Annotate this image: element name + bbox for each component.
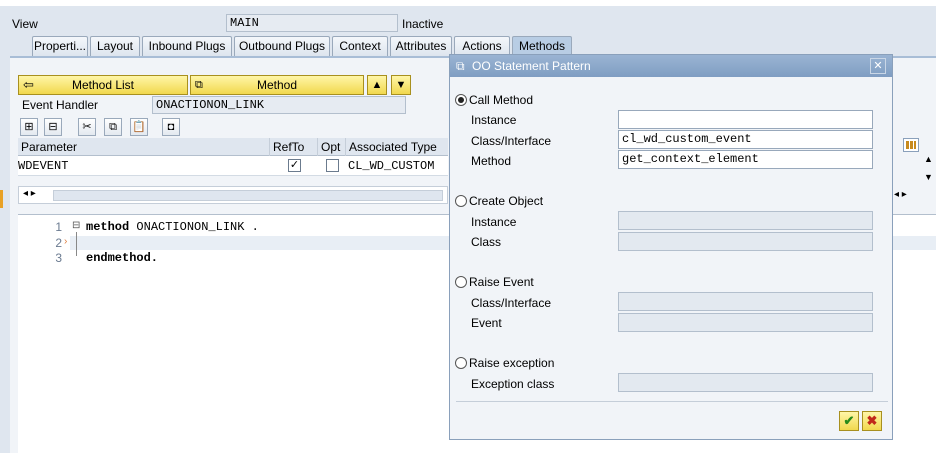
method-label: Method — [256, 78, 298, 92]
opt-checkbox[interactable] — [326, 159, 339, 172]
class-interface-input[interactable]: cl_wd_custom_event — [618, 130, 873, 149]
view-label: View — [12, 17, 38, 31]
col-opt: Opt — [318, 138, 346, 156]
delete-row-icon[interactable]: ⊟ — [44, 118, 62, 136]
re-event-input[interactable] — [618, 313, 873, 332]
code-line-3: endmethod. — [86, 251, 159, 265]
method-button[interactable]: ⧉ Method — [190, 75, 364, 95]
scroll-right-icon[interactable]: ◂ ▸ — [894, 189, 907, 200]
refto-checkbox[interactable]: ✓ — [288, 159, 301, 172]
instance-label: Instance — [471, 113, 517, 127]
instance-input[interactable] — [618, 110, 873, 129]
call-method-radio[interactable] — [455, 94, 467, 106]
param-name: WDEVENT — [18, 159, 69, 173]
insert-row-icon[interactable]: ⊞ — [20, 118, 38, 136]
tab-layout[interactable]: Layout — [90, 36, 140, 56]
re-class-input[interactable] — [618, 292, 873, 311]
col-refto: RefTo — [270, 138, 318, 156]
dialog-titlebar: ⧉ OO Statement Pattern ✕ — [450, 55, 892, 77]
code-line-1: method ONACTIONON_LINK . — [86, 220, 259, 234]
confirm-button[interactable]: ✔ — [839, 411, 859, 431]
details-icon[interactable]: ◘ — [162, 118, 180, 136]
side-marker — [0, 190, 3, 208]
co-instance-input[interactable] — [618, 211, 873, 230]
close-icon[interactable]: ✕ — [870, 58, 886, 74]
dialog-separator — [456, 401, 888, 402]
line-number: 1 — [55, 220, 62, 234]
method-icon: ⧉ — [195, 79, 203, 91]
raise-event-radio[interactable] — [455, 276, 467, 288]
tab-attributes[interactable]: Attributes — [390, 36, 452, 56]
oo-statement-dialog: ⧉ OO Statement Pattern ✕ Call Method Ins… — [449, 54, 893, 440]
re-class-label: Class/Interface — [471, 296, 552, 310]
co-class-input[interactable] — [618, 232, 873, 251]
create-object-radio[interactable] — [455, 195, 467, 207]
up-arrow-button[interactable]: ▲ — [367, 75, 387, 95]
copy-icon[interactable]: ⧉ — [104, 118, 122, 136]
fold-line — [76, 232, 77, 256]
raise-event-label: Raise Event — [469, 275, 534, 289]
raise-exception-label: Raise exception — [469, 356, 555, 370]
dialog-icon: ⧉ — [456, 59, 465, 73]
tab-outbound-plugs[interactable]: Outbound Plugs — [234, 36, 330, 56]
class-interface-label: Class/Interface — [471, 134, 552, 148]
exception-class-input[interactable] — [618, 373, 873, 392]
table-settings-icon[interactable] — [903, 138, 919, 152]
tab-properties[interactable]: Properti... — [32, 36, 88, 56]
co-class-label: Class — [471, 235, 502, 249]
scroll-up-icon[interactable]: ▲ — [924, 154, 933, 164]
code-keyword: method — [86, 220, 130, 234]
left-bar — [0, 34, 10, 453]
view-row — [0, 6, 936, 34]
event-handler-field: ONACTIONON_LINK — [152, 96, 406, 114]
cut-icon[interactable]: ✂ — [78, 118, 96, 136]
line-marker-icon: › — [64, 236, 68, 247]
back-arrow-icon: ⇦ — [23, 77, 34, 92]
code-text: ONACTIONON_LINK . — [129, 220, 259, 234]
dialog-title: OO Statement Pattern — [472, 59, 591, 73]
exception-class-label: Exception class — [471, 377, 555, 391]
col-assoc-type: Associated Type — [349, 140, 437, 154]
assoc-type-value: CL_WD_CUSTOM — [348, 159, 435, 173]
event-handler-label: Event Handler — [22, 98, 99, 112]
method-list-label: Method List — [71, 78, 135, 92]
method-input[interactable]: get_context_element — [618, 150, 873, 169]
create-object-label: Create Object — [469, 194, 544, 208]
tab-methods[interactable]: Methods — [512, 36, 572, 56]
scroll-left-icon[interactable]: ◂ ▸ — [23, 188, 36, 199]
call-method-label: Call Method — [469, 93, 534, 107]
co-instance-label: Instance — [471, 215, 517, 229]
tab-context[interactable]: Context — [332, 36, 388, 56]
scroll-down-icon[interactable]: ▼ — [924, 172, 933, 182]
col-parameter: Parameter — [18, 138, 270, 156]
param-grid-header: Parameter RefTo Opt Associated Type — [18, 138, 448, 156]
tab-actions[interactable]: Actions — [454, 36, 510, 56]
raise-exception-radio[interactable] — [455, 357, 467, 369]
tab-inbound-plugs[interactable]: Inbound Plugs — [142, 36, 232, 56]
paste-icon[interactable]: 📋 — [130, 118, 148, 136]
down-arrow-button[interactable]: ▼ — [391, 75, 411, 95]
method-list-button[interactable]: ⇦ Method List — [18, 75, 188, 95]
re-event-label: Event — [471, 316, 502, 330]
line-number: 3 — [55, 251, 62, 265]
collapse-icon[interactable]: ⊟ — [72, 220, 80, 231]
table-row[interactable]: WDEVENT ✓ CL_WD_CUSTOM — [18, 156, 448, 176]
cancel-button[interactable]: ✖ — [862, 411, 882, 431]
scroll-thumb[interactable] — [53, 190, 443, 201]
view-status: Inactive — [402, 17, 444, 31]
view-name-field: MAIN — [226, 14, 398, 32]
line-number: 2 — [55, 236, 62, 250]
horizontal-scrollbar[interactable]: ◂ ▸ — [18, 186, 448, 204]
method-label: Method — [471, 154, 512, 168]
